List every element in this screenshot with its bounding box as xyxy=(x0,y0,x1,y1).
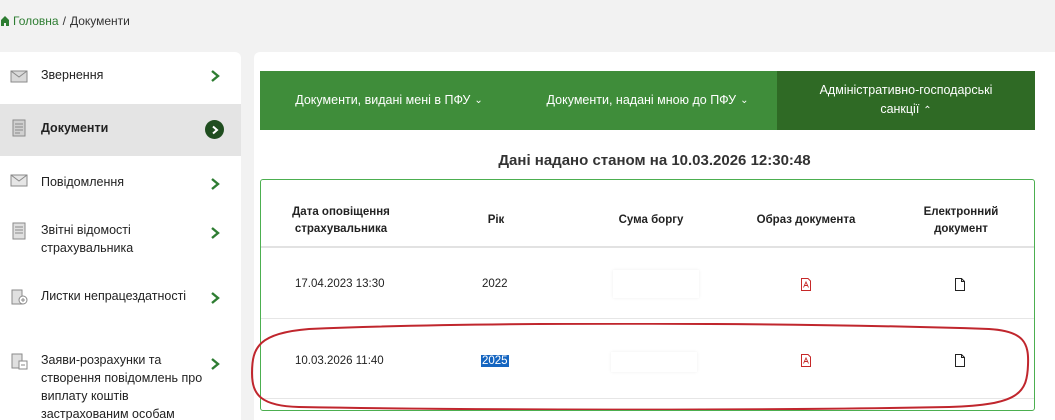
sidebar-item-dokumenty[interactable]: Документи xyxy=(0,104,241,156)
home-icon xyxy=(1,16,9,26)
sidebar: Звернення Документи Повідомлення Звітні … xyxy=(0,52,241,420)
document-icon xyxy=(12,119,26,137)
tab-issued-documents[interactable]: Документи, видані мені в ПФУ ⌄ xyxy=(260,71,518,130)
sidebar-item-lystky[interactable]: Листки непрацездатності xyxy=(0,274,241,340)
breadcrumb-separator: / xyxy=(62,14,66,28)
breadcrumb-current: Документи xyxy=(69,14,130,28)
main-panel: Документи, видані мені в ПФУ ⌄ Документи,… xyxy=(254,52,1055,420)
table-row: 10.03.2026 11:40 2025 xyxy=(261,320,1034,399)
tab-label: Адміністративно-господарські санкції xyxy=(819,83,993,116)
sidebar-item-label: Документи xyxy=(41,121,109,135)
envelope-icon xyxy=(10,70,28,83)
cell-year[interactable]: 2025 xyxy=(481,355,509,367)
column-header-document-image: Образ документа xyxy=(756,214,856,226)
chevron-down-icon: ⌄ xyxy=(474,95,483,106)
sanctions-table: Дата оповіщення страхувальника Рік Сума … xyxy=(260,179,1035,411)
tab-label: Документи, видані мені в ПФУ xyxy=(295,93,471,107)
pdf-icon[interactable] xyxy=(800,278,812,291)
cell-debt-sum xyxy=(611,352,697,372)
sidebar-item-zvernennia[interactable]: Звернення xyxy=(0,52,241,104)
chevron-right-circle-icon xyxy=(205,120,224,139)
chevron-right-icon xyxy=(211,70,220,82)
sidebar-item-zvitni-vidomosti[interactable]: Звітні відомості страхувальника xyxy=(0,208,241,274)
column-header-notification-date: Дата оповіщення страхувальника xyxy=(292,206,390,235)
column-header-electronic-document: Електронний документ xyxy=(923,206,999,235)
table-header: Дата оповіщення страхувальника Рік Сума … xyxy=(261,180,1034,248)
cell-notification-date: 17.04.2023 13:30 xyxy=(295,278,385,290)
column-header-debt-sum: Сума боргу xyxy=(618,214,684,226)
chevron-right-icon xyxy=(211,358,220,370)
sidebar-item-label: Повідомлення xyxy=(41,175,125,189)
cell-debt-sum xyxy=(613,270,699,298)
sidebar-item-povidomlennia[interactable]: Повідомлення xyxy=(0,156,241,208)
sick-leave-icon xyxy=(11,289,28,305)
sidebar-item-zaiavy-rozrakhunky[interactable]: Заяви-розрахунки та створення повідомлен… xyxy=(0,340,241,420)
chevron-right-icon xyxy=(211,178,220,190)
pdf-icon[interactable] xyxy=(800,354,812,367)
file-icon[interactable] xyxy=(954,354,966,367)
sidebar-item-label: Звернення xyxy=(41,68,104,82)
cell-year: 2022 xyxy=(482,278,508,290)
tab-label: Документи, надані мною до ПФУ xyxy=(546,93,737,107)
cell-notification-date: 10.03.2026 11:40 xyxy=(295,355,384,367)
column-header-year: Рік xyxy=(487,214,505,226)
tab-bar: Документи, видані мені в ПФУ ⌄ Документи,… xyxy=(260,71,1035,130)
file-icon[interactable] xyxy=(954,278,966,291)
chevron-right-icon xyxy=(211,227,220,239)
tab-administrative-sanctions[interactable]: Адміністративно-господарські санкції ⌃ xyxy=(777,71,1035,130)
chevron-right-icon xyxy=(211,292,220,304)
envelope-icon xyxy=(10,174,28,187)
breadcrumb-home-link[interactable]: Головна xyxy=(13,14,59,28)
chevron-up-icon: ⌃ xyxy=(923,105,932,116)
sidebar-item-label: Заяви-розрахунки та створення повідомлен… xyxy=(41,353,203,420)
breadcrumb: Головна / Документи xyxy=(0,14,130,28)
data-as-of-heading: Дані надано станом на 10.03.2026 12:30:4… xyxy=(498,152,811,169)
application-icon xyxy=(11,353,28,370)
sidebar-item-label: Звітні відомості страхувальника xyxy=(41,223,134,255)
chevron-down-icon: ⌄ xyxy=(740,95,749,106)
sidebar-item-label: Листки непрацездатності xyxy=(41,289,187,303)
table-row: 17.04.2023 13:30 2022 xyxy=(261,248,1034,319)
tab-submitted-documents[interactable]: Документи, надані мною до ПФУ ⌄ xyxy=(518,71,777,130)
report-icon xyxy=(12,222,26,240)
